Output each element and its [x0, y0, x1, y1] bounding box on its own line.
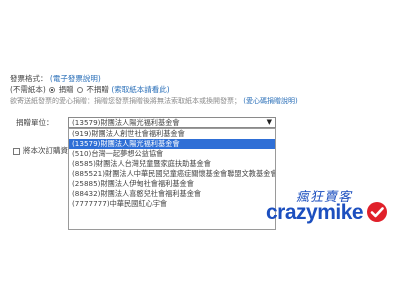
invoice-format-row: 發票格式： (電子發票說明) — [10, 74, 101, 84]
love-code-help-link[interactable]: (愛心碼捐贈說明) — [243, 97, 297, 105]
save-order-info-checkbox[interactable] — [13, 148, 20, 155]
no-donate-radio-label: 不捐贈 — [86, 85, 109, 94]
donation-notice-text: 欲寄送紙發票的愛心捐贈：捐贈您發票捐贈後將無法索取紙本或換開發票； — [10, 97, 241, 105]
donate-radio[interactable] — [49, 86, 56, 93]
dropdown-option-selected[interactable]: (13579)財團法人陽光福利基金會 — [69, 139, 275, 149]
save-order-info-label: 將本次訂購資 — [23, 146, 68, 155]
dropdown-option[interactable]: (25885)財團法人伊甸社會福利基金會 — [69, 179, 275, 189]
invoice-format-label: 發票格式： — [10, 74, 48, 83]
dropdown-option[interactable]: (919)財團法人創世社會福利基金會 — [69, 129, 275, 139]
dropdown-option[interactable]: (8585)財團法人台灣兒童暨家庭扶助基金會 — [69, 159, 275, 169]
donation-unit-dropdown[interactable]: (919)財團法人創世社會福利基金會 (13579)財團法人陽光福利基金會 (5… — [68, 128, 276, 230]
donation-notice: 欲寄送紙發票的愛心捐贈：捐贈您發票捐贈後將無法索取紙本或換開發票； (愛心碼捐贈… — [10, 96, 298, 106]
checkmark-badge-icon — [367, 202, 387, 222]
donate-choice-row: (不需紙本) 捐贈 不捐贈 (索取紙本請看此) — [10, 85, 170, 95]
dropdown-option[interactable]: (510)台灣一起夢想公益協會 — [69, 149, 275, 159]
watermark-logo-text: crazymike — [266, 201, 364, 224]
paper-invoice-link[interactable]: (索取紙本請看此) — [111, 85, 169, 94]
dropdown-option[interactable]: (7777777)中華民國紅心宇會 — [69, 199, 275, 209]
no-donate-radio[interactable] — [77, 86, 84, 93]
dropdown-option[interactable]: (885521)財團法人中華民國兒童癌症關懷基金會聯盟文教基金會 — [69, 169, 275, 179]
donation-unit-label: 捐贈單位： — [16, 118, 54, 127]
e-invoice-help-link[interactable]: (電子發票說明) — [50, 74, 101, 83]
dropdown-option[interactable]: (88432)財團法人喜憨兒社會福利基金會 — [69, 189, 275, 199]
donate-radio-label: 捐贈 — [58, 85, 74, 94]
donation-unit-selected-value: (13579)財團法人陽光福利基金會 — [72, 118, 180, 127]
donation-unit-select[interactable]: (13579)財團法人陽光福利基金會 ▼ — [68, 117, 276, 128]
no-paper-note: (不需紙本) — [10, 85, 46, 94]
chevron-down-icon[interactable]: ▼ — [267, 118, 272, 127]
